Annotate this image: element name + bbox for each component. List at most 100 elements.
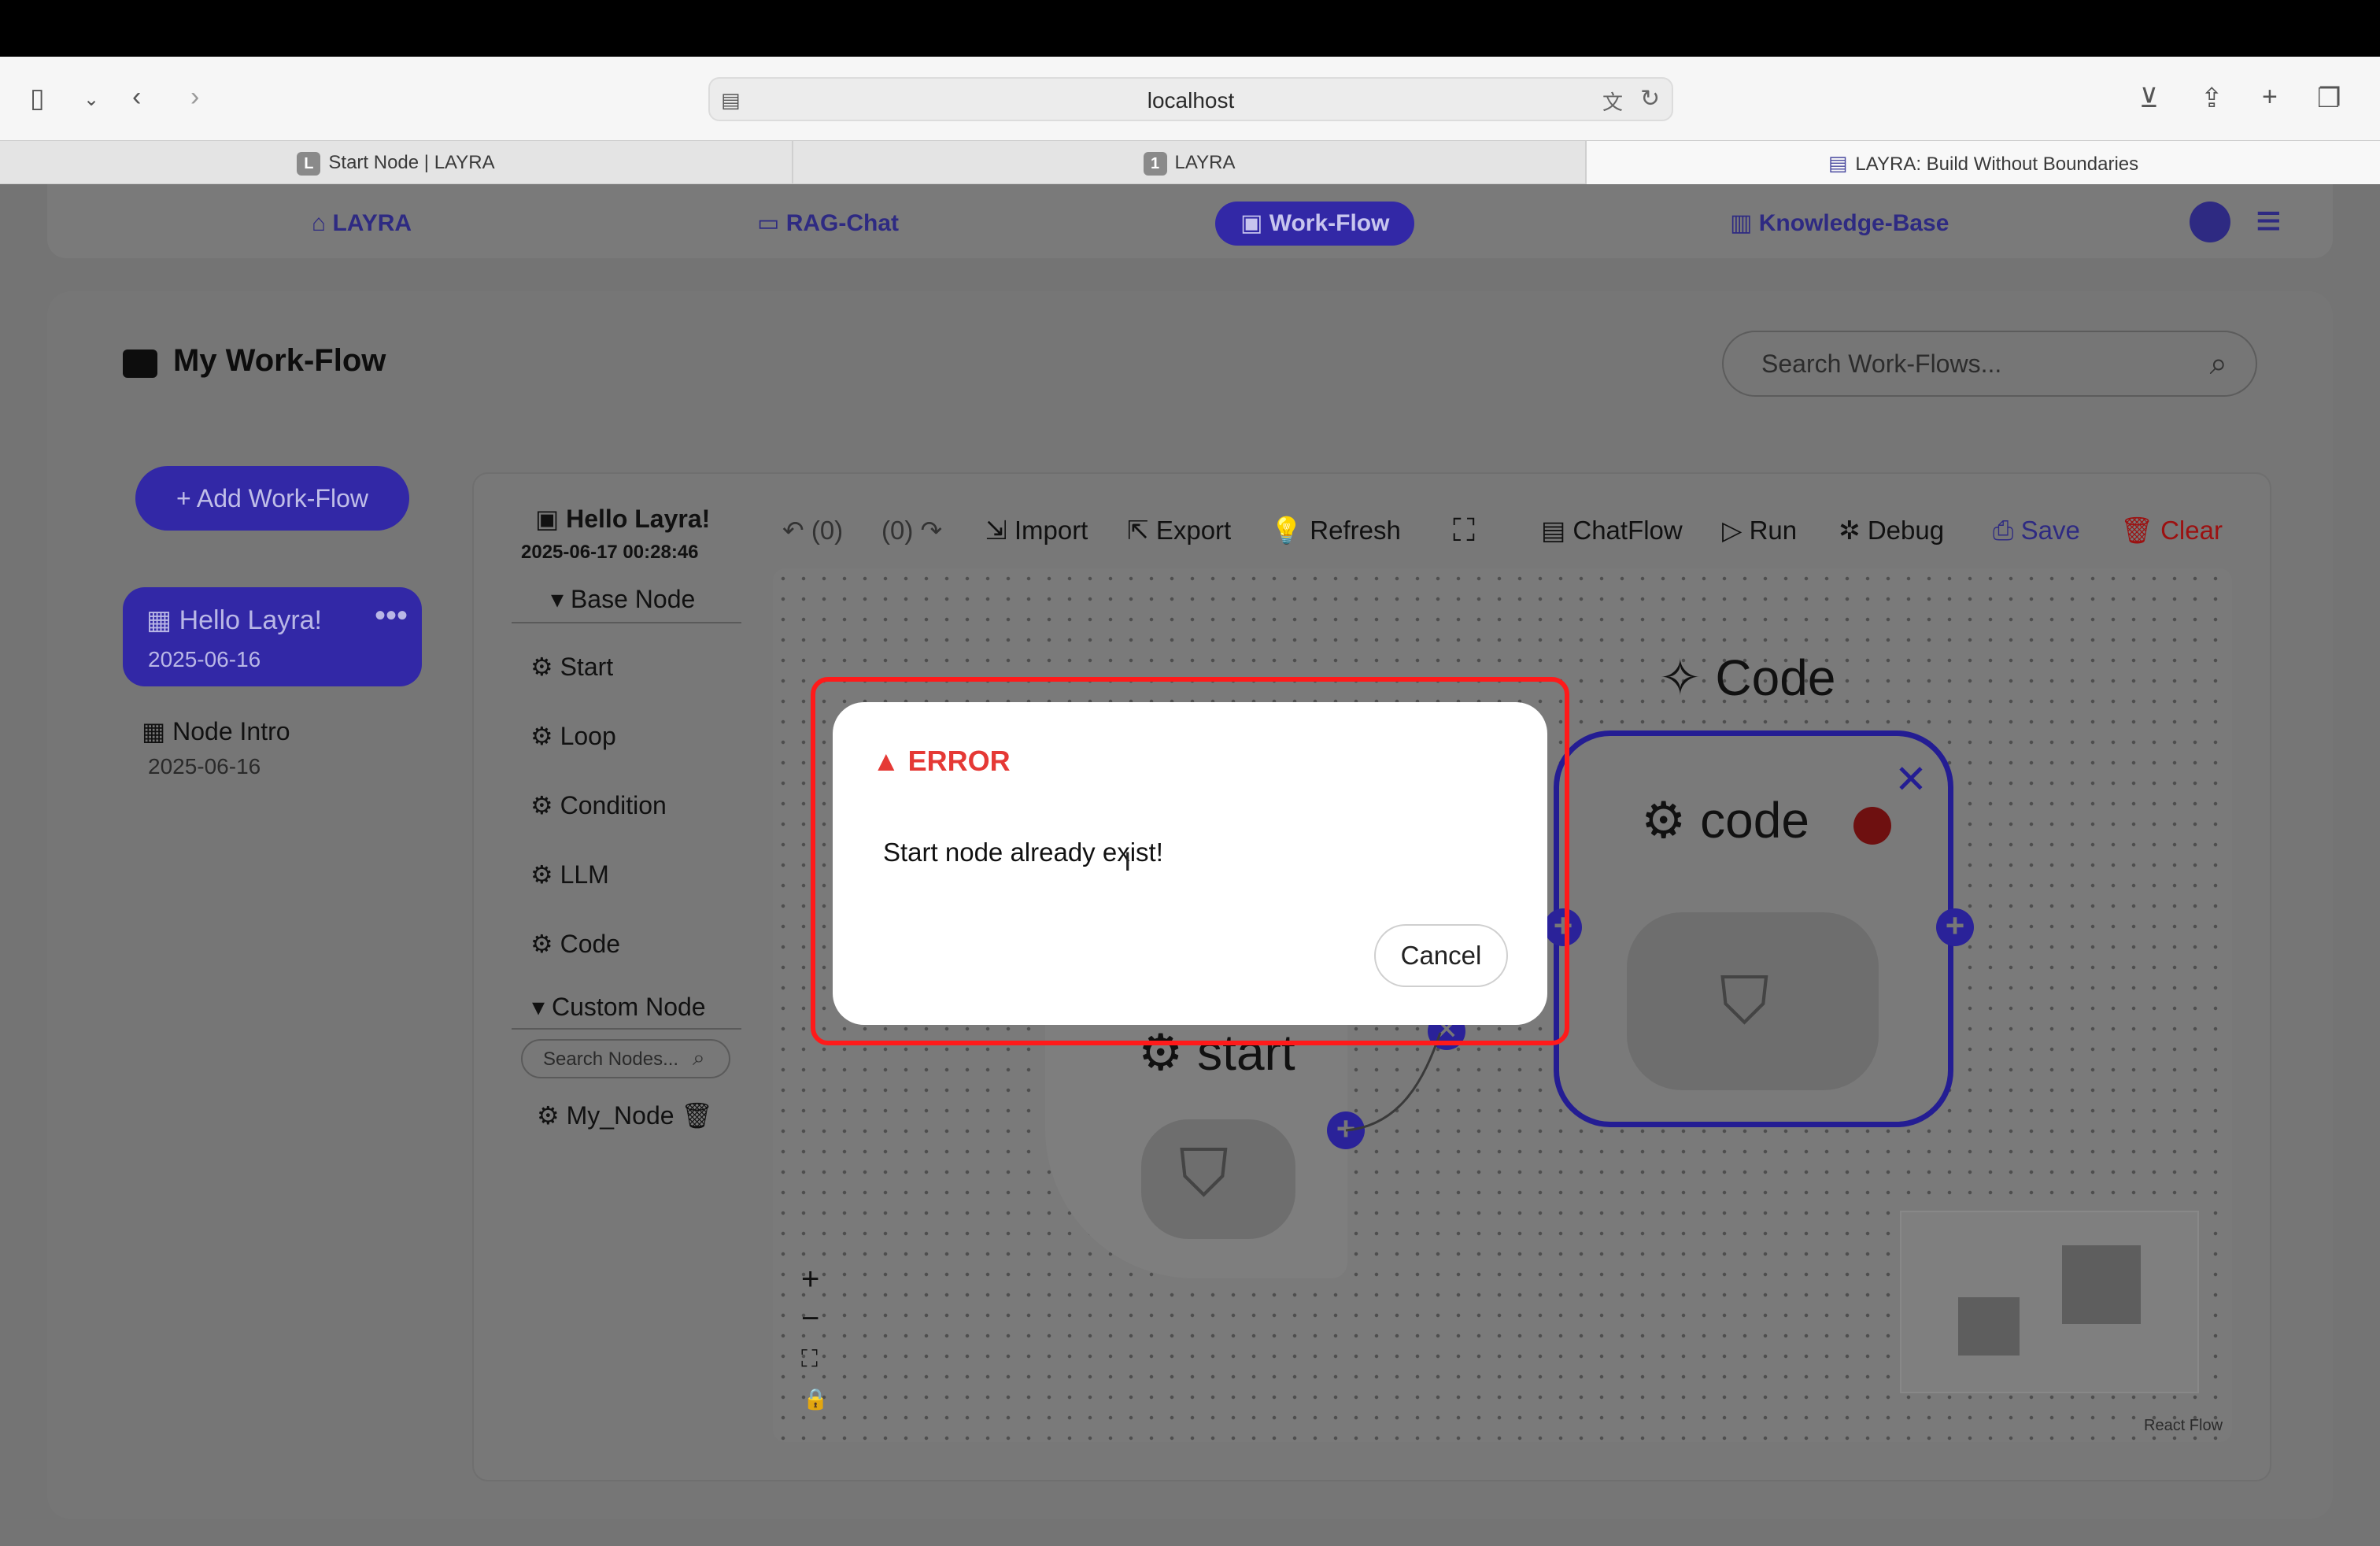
tab-overview-icon[interactable]: ❐ bbox=[2317, 85, 2341, 112]
export-icon: ⇱ bbox=[1127, 516, 1149, 545]
code-node[interactable]: ⚙ code ✕ ⛉ bbox=[1554, 730, 1953, 1127]
browser-tab[interactable]: 1 LAYRA bbox=[793, 141, 1587, 185]
base-node-header[interactable]: ▾ Base Node bbox=[551, 584, 695, 614]
workflow-date: 2025-06-16 bbox=[148, 647, 261, 671]
node-item-label: My_Node bbox=[566, 1101, 674, 1130]
undo-icon: ↶ bbox=[782, 516, 804, 545]
nav-label: Knowledge-Base bbox=[1758, 210, 1949, 236]
save-button[interactable]: ⎙ Save bbox=[1993, 515, 2080, 546]
node-item-start[interactable]: ⚙ Start bbox=[530, 652, 613, 682]
lock-icon[interactable]: 🔒 bbox=[803, 1379, 828, 1418]
status-dot bbox=[1853, 807, 1891, 845]
nav-item-knowledge-base[interactable]: ▥ Knowledge-Base bbox=[1730, 202, 1949, 246]
search-nodes-placeholder: Search Nodes... bbox=[543, 1049, 679, 1070]
react-flow-attribution[interactable]: React Flow bbox=[2144, 1417, 2223, 1435]
export-button[interactable]: ⇱ Export bbox=[1127, 515, 1231, 546]
error-title: ▲ ERROR bbox=[872, 745, 1011, 778]
back-icon[interactable]: ‹ bbox=[132, 83, 141, 110]
workflow-title: Hello Layra! bbox=[179, 605, 322, 635]
browser-tab-active[interactable]: ▤ LAYRA: Build Without Boundaries bbox=[1587, 141, 2380, 185]
bug-icon: ✲ bbox=[1839, 516, 1861, 545]
book-icon: ▥ bbox=[1730, 210, 1753, 236]
nav-item-rag-chat[interactable]: ▭ RAG-Chat bbox=[757, 202, 899, 246]
share-icon[interactable]: ⇪ bbox=[2201, 85, 2223, 112]
node-item-label: Start bbox=[560, 653, 614, 681]
refresh-button[interactable]: 💡 Refresh bbox=[1270, 515, 1401, 546]
redo-button[interactable]: (0) ↷ bbox=[881, 515, 942, 546]
trash-icon[interactable]: 🗑 bbox=[681, 1101, 713, 1130]
chatflow-button[interactable]: ▤ ChatFlow bbox=[1541, 515, 1683, 546]
chevron-down-icon[interactable]: ⌄ bbox=[83, 87, 99, 113]
terminal-icon bbox=[123, 350, 157, 378]
save-label: Save bbox=[2020, 516, 2080, 545]
reload-icon[interactable]: ↻ bbox=[1640, 85, 1660, 113]
more-options-icon[interactable]: ••• bbox=[375, 598, 408, 634]
workflow-item-active[interactable]: ▦ Hello Layra! ••• 2025-06-16 bbox=[123, 587, 422, 686]
address-bar[interactable]: ▤ localhost 文 ↻ bbox=[708, 77, 1673, 121]
gear-icon: ⚙ bbox=[530, 653, 553, 681]
text-cursor-icon: I bbox=[1124, 847, 1132, 877]
shield-check-icon: ⛉ bbox=[1720, 963, 1770, 1037]
user-avatar-icon[interactable] bbox=[2190, 202, 2230, 242]
redo-icon: ↷ bbox=[920, 516, 943, 545]
fullscreen-icon[interactable]: ⛶ bbox=[1453, 515, 1475, 546]
home-icon: ⌂ bbox=[312, 210, 327, 236]
custom-node-item[interactable]: ⚙ My_Node 🗑 bbox=[537, 1100, 713, 1130]
custom-node-header[interactable]: ▾ Custom Node bbox=[532, 992, 706, 1022]
zoom-out-icon[interactable]: − bbox=[801, 1299, 819, 1338]
code-output-handle[interactable]: + bbox=[1936, 908, 1974, 946]
chart-icon: ▤ bbox=[1541, 516, 1566, 545]
search-nodes-input[interactable]: Search Nodes... ⌕ bbox=[521, 1039, 730, 1078]
section-label: Base Node bbox=[570, 585, 696, 613]
search-icon[interactable]: ⌕ bbox=[2210, 346, 2227, 382]
cancel-button[interactable]: Cancel bbox=[1374, 924, 1508, 987]
minimap[interactable] bbox=[1900, 1211, 2199, 1393]
terminal-icon: ▣ bbox=[1240, 210, 1263, 236]
code-label-text: Code bbox=[1715, 649, 1836, 706]
download-icon[interactable]: ⊻ bbox=[2139, 85, 2159, 112]
caret-down-icon: ▾ bbox=[551, 585, 564, 613]
url-text: localhost bbox=[1147, 88, 1235, 113]
refresh-label: Refresh bbox=[1310, 516, 1401, 545]
search-workflows-input[interactable]: Search Work-Flows... ⌕ bbox=[1722, 331, 2257, 397]
caret-down-icon: ▾ bbox=[532, 993, 545, 1021]
map-icon: ▦ bbox=[146, 605, 172, 635]
translate-icon[interactable]: 文 bbox=[1602, 87, 1623, 116]
node-item-code[interactable]: ⚙ Code bbox=[530, 929, 620, 959]
forward-icon[interactable]: › bbox=[190, 83, 199, 110]
menu-icon[interactable]: ≡ bbox=[2256, 198, 2282, 242]
map-icon: ▦ bbox=[142, 717, 166, 745]
zoom-in-icon[interactable]: + bbox=[801, 1259, 819, 1299]
editor-timestamp: 2025-06-17 00:28:46 bbox=[521, 542, 699, 563]
clear-label: Clear bbox=[2160, 516, 2223, 545]
shield-check-icon: ⛉ bbox=[1179, 1136, 1229, 1210]
import-button[interactable]: ⇲ Import bbox=[985, 515, 1088, 546]
debug-button[interactable]: ✲ Debug bbox=[1839, 515, 1944, 546]
close-icon[interactable]: ✕ bbox=[1894, 756, 1927, 802]
workflow-item[interactable]: ▦ Node Intro 2025-06-16 bbox=[142, 716, 290, 779]
workflow-date: 2025-06-16 bbox=[148, 754, 261, 779]
clear-button[interactable]: 🗑 Clear bbox=[2120, 515, 2223, 546]
nav-label: RAG-Chat bbox=[785, 210, 900, 236]
add-workflow-button[interactable]: + Add Work-Flow bbox=[135, 466, 409, 531]
fit-view-icon[interactable]: ⛶ bbox=[801, 1340, 818, 1379]
node-item-condition[interactable]: ⚙ Condition bbox=[530, 790, 667, 820]
chat-icon: ▭ bbox=[757, 210, 780, 236]
node-item-loop[interactable]: ⚙ Loop bbox=[530, 721, 616, 751]
new-tab-icon[interactable]: + bbox=[2262, 83, 2278, 110]
node-item-llm[interactable]: ⚙ LLM bbox=[530, 860, 609, 890]
editor-title-text: Hello Layra! bbox=[566, 505, 711, 533]
nav-item-layra[interactable]: ⌂ LAYRA bbox=[312, 202, 412, 246]
sidebar-toggle-icon[interactable]: ▯ bbox=[30, 85, 45, 112]
browser-tab[interactable]: L Start Node | LAYRA bbox=[0, 141, 793, 185]
tab-bar: L Start Node | LAYRA 1 LAYRA ▤ LAYRA: Build… bbox=[0, 140, 2380, 185]
code-section-label: ✧ Code bbox=[1659, 649, 1835, 708]
search-icon[interactable]: ⌕ bbox=[693, 1045, 705, 1071]
run-button[interactable]: ▷ Run bbox=[1722, 515, 1797, 546]
undo-button[interactable]: ↶ (0) bbox=[782, 515, 843, 546]
gear-icon: ⚙ bbox=[537, 1101, 560, 1130]
section-label: Custom Node bbox=[551, 993, 706, 1021]
import-icon: ⇲ bbox=[985, 516, 1007, 545]
nav-item-work-flow[interactable]: ▣ Work-Flow bbox=[1215, 202, 1415, 246]
nav-label: Work-Flow bbox=[1269, 210, 1390, 236]
